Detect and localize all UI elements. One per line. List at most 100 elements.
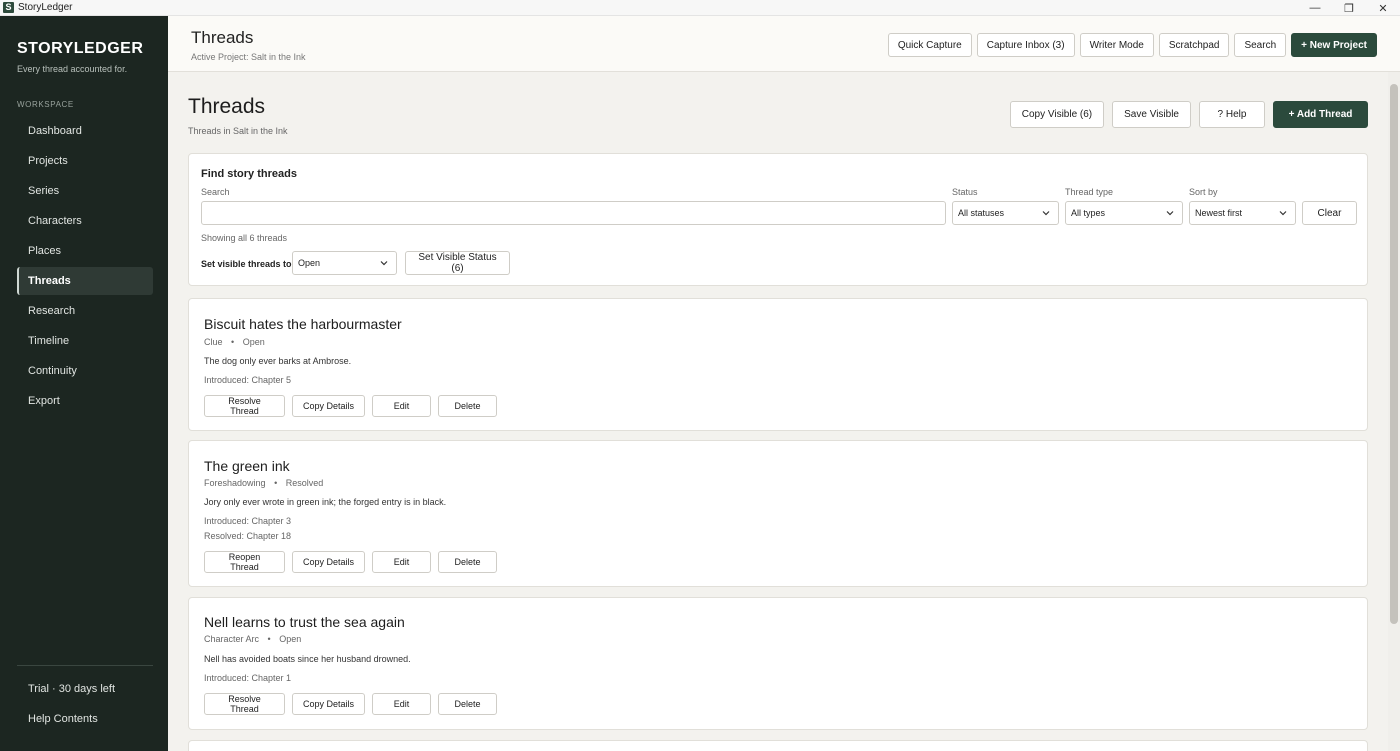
thread-introduced: Introduced: Chapter 1: [204, 673, 292, 683]
thread-introduced: Introduced: Chapter 3: [204, 516, 292, 526]
status-select-value: All statuses: [958, 208, 1005, 218]
thread-description: The dog only ever barks at Ambrose.: [204, 356, 352, 366]
thread-card: [188, 740, 1368, 751]
page-subtitle: Threads in Salt in the Ink: [188, 126, 288, 136]
trial-status[interactable]: Trial · 30 days left: [28, 683, 115, 695]
help-button[interactable]: ? Help: [1199, 101, 1265, 128]
search-input[interactable]: [201, 201, 946, 225]
set-visible-label: Set visible threads to: [201, 259, 292, 269]
sidebar-item-characters[interactable]: Characters: [17, 207, 153, 235]
capture-inbox-button[interactable]: Capture Inbox (3): [976, 33, 1075, 57]
sidebar-item-export[interactable]: Export: [17, 387, 153, 415]
status-select[interactable]: All statuses: [952, 201, 1059, 225]
sidebar-item-dashboard[interactable]: Dashboard: [17, 117, 153, 145]
sort-by-select-value: Newest first: [1195, 208, 1243, 218]
page-title: Threads: [188, 95, 266, 118]
search-button[interactable]: Search: [1234, 33, 1287, 57]
sidebar-item-threads[interactable]: Threads: [17, 267, 153, 295]
thread-title: The green ink: [204, 458, 290, 474]
thread-status: Resolved: [285, 478, 324, 488]
set-visible-status-button[interactable]: Set Visible Status (6): [405, 251, 510, 275]
filter-panel: Find story threads Search Status All sta…: [188, 153, 1368, 286]
edit-button[interactable]: Edit: [372, 551, 431, 573]
delete-button[interactable]: Delete: [438, 395, 497, 417]
sidebar-item-research[interactable]: Research: [17, 297, 153, 325]
edit-button[interactable]: Edit: [372, 395, 431, 417]
clear-filters-button[interactable]: Clear: [1302, 201, 1357, 225]
filter-title: Find story threads: [201, 168, 297, 180]
set-visible-status-value: Open: [298, 258, 321, 268]
copy-details-button[interactable]: Copy Details: [292, 693, 365, 715]
app-logo-icon: S: [3, 2, 14, 13]
delete-button[interactable]: Delete: [438, 551, 497, 573]
sidebar-item-timeline[interactable]: Timeline: [17, 327, 153, 355]
chevron-down-icon: [380, 261, 388, 266]
thread-resolved: Resolved: Chapter 18: [204, 531, 292, 541]
scrollbar-thumb[interactable]: [1390, 84, 1398, 624]
thread-description: Nell has avoided boats since her husband…: [204, 654, 411, 664]
copy-details-button[interactable]: Copy Details: [292, 551, 365, 573]
status-label: Status: [952, 187, 978, 197]
sidebar-item-series[interactable]: Series: [17, 177, 153, 205]
thread-card: The green ink Foreshadowing • Resolved J…: [188, 440, 1368, 587]
main-scrollbar[interactable]: [1388, 72, 1400, 751]
scratchpad-button[interactable]: Scratchpad: [1158, 33, 1230, 57]
sidebar-nav: Dashboard Projects Series Characters Pla…: [17, 117, 153, 417]
thread-meta: Clue • Open: [204, 337, 265, 347]
top-header: Threads Active Project: Salt in the Ink …: [168, 16, 1400, 72]
chevron-down-icon: [1042, 211, 1050, 216]
thread-card: Nell learns to trust the sea again Chara…: [188, 597, 1368, 730]
sidebar-item-places[interactable]: Places: [17, 237, 153, 265]
thread-status: Open: [242, 337, 265, 347]
thread-meta: Character Arc • Open: [204, 634, 301, 644]
sidebar-divider: [17, 665, 153, 666]
thread-type: Clue: [204, 337, 223, 347]
restore-icon[interactable]: ❐: [1332, 0, 1366, 16]
meta-separator: •: [267, 634, 271, 644]
thread-type-select-value: All types: [1071, 208, 1106, 218]
chevron-down-icon: [1166, 211, 1174, 216]
header-title: Threads: [191, 28, 254, 47]
quick-capture-button[interactable]: Quick Capture: [887, 33, 972, 57]
minimize-icon[interactable]: —: [1298, 0, 1332, 16]
meta-separator: •: [231, 337, 235, 347]
set-visible-status-select[interactable]: Open: [292, 251, 397, 275]
thread-card: Biscuit hates the harbourmaster Clue • O…: [188, 298, 1368, 431]
copy-details-button[interactable]: Copy Details: [292, 395, 365, 417]
active-project-label: Active Project: Salt in the Ink: [191, 52, 306, 62]
delete-button[interactable]: Delete: [438, 693, 497, 715]
brand-tagline: Every thread accounted for.: [17, 64, 128, 74]
close-icon[interactable]: ✕: [1366, 0, 1400, 16]
thread-type: Foreshadowing: [204, 478, 266, 488]
brand-logo: STORYLEDGER: [17, 40, 144, 57]
edit-button[interactable]: Edit: [372, 693, 431, 715]
thread-type-select[interactable]: All types: [1065, 201, 1183, 225]
resolve-thread-button[interactable]: Resolve Thread: [204, 693, 285, 715]
sidebar-section-label: WORKSPACE: [17, 100, 74, 109]
new-project-button[interactable]: + New Project: [1291, 33, 1377, 57]
sidebar: STORYLEDGER Every thread accounted for. …: [0, 16, 168, 751]
search-label: Search: [201, 187, 230, 197]
copy-visible-button[interactable]: Copy Visible (6): [1009, 101, 1105, 128]
meta-separator: •: [274, 478, 278, 488]
thread-type: Character Arc: [204, 634, 260, 644]
thread-title: Biscuit hates the harbourmaster: [204, 316, 402, 332]
results-count: Showing all 6 threads: [201, 233, 288, 243]
reopen-thread-button[interactable]: Reopen Thread: [204, 551, 285, 573]
window-title: StoryLedger: [18, 2, 73, 13]
resolve-thread-button[interactable]: Resolve Thread: [204, 395, 285, 417]
sidebar-item-projects[interactable]: Projects: [17, 147, 153, 175]
help-contents-link[interactable]: Help Contents: [28, 713, 98, 725]
save-visible-button[interactable]: Save Visible: [1112, 101, 1191, 128]
thread-status: Open: [279, 634, 302, 644]
add-thread-button[interactable]: + Add Thread: [1273, 101, 1368, 128]
writer-mode-button[interactable]: Writer Mode: [1079, 33, 1154, 57]
thread-meta: Foreshadowing • Resolved: [204, 478, 323, 488]
window-titlebar: S StoryLedger — ❐ ✕: [0, 0, 1400, 16]
thread-title: Nell learns to trust the sea again: [204, 614, 405, 630]
thread-type-label: Thread type: [1065, 187, 1114, 197]
sort-by-select[interactable]: Newest first: [1189, 201, 1296, 225]
sidebar-item-continuity[interactable]: Continuity: [17, 357, 153, 385]
chevron-down-icon: [1279, 211, 1287, 216]
sort-by-label: Sort by: [1189, 187, 1218, 197]
